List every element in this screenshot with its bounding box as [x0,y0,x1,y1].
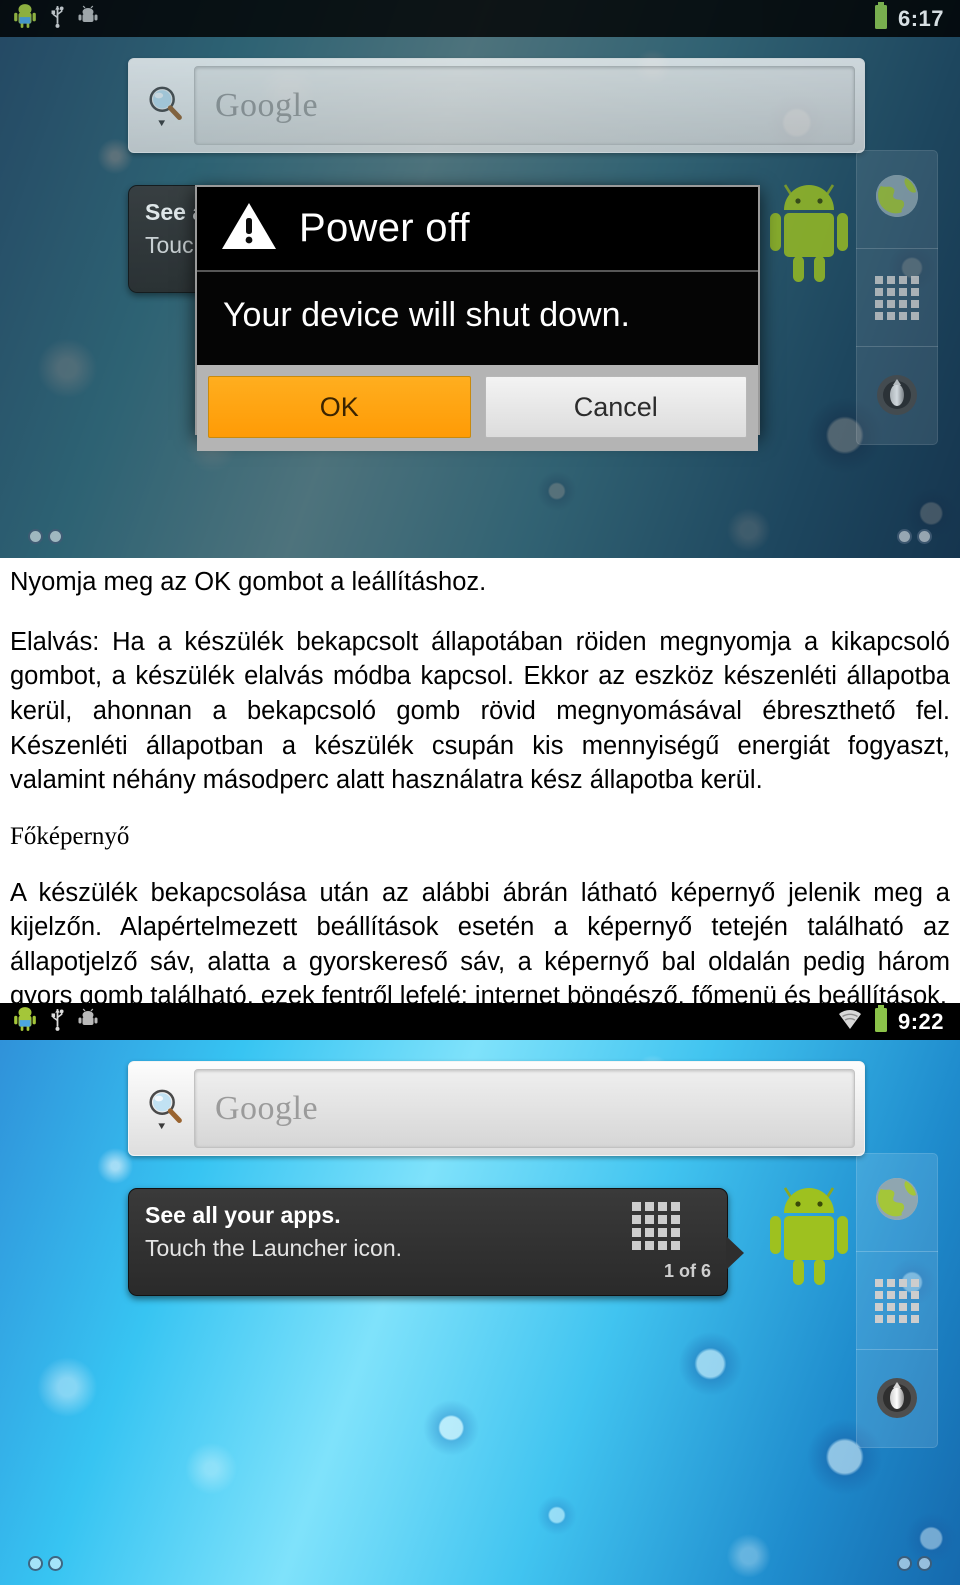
launcher-grid-icon [875,275,919,320]
home-screen-heading: Főképernyő [10,822,130,850]
android-mascot-icon [770,180,848,295]
intro-sentence: Nyomja meg az OK gombot a leállításhoz. [10,568,487,596]
google-search-widget[interactable]: Google [128,1061,865,1156]
screenshot-home-screen: 9:22 Google See all your apps. Touch the… [0,1003,960,1585]
power-off-dialog: Power off Your device will shut down. OK… [195,185,760,451]
launcher-grid-icon [632,1202,680,1250]
dialog-body: Your device will shut down. [197,272,758,365]
launcher-button[interactable] [856,1252,938,1350]
search-icon[interactable] [138,84,194,128]
android-robot-icon [12,3,38,34]
browser-globe-icon [872,171,922,226]
screenshot-power-off: 6:17 Google See all your apps. Touch the… [0,0,960,558]
dialog-message: Your device will shut down. [223,296,630,334]
page-dot [48,529,63,544]
page-indicator-dots-right [897,1556,932,1571]
launcher-tooltip: See all your apps. Touch the Launcher ic… [128,1188,744,1296]
tooltip-subtitle: Touch the Launcher icon. [145,1235,403,1261]
page-dot [897,529,912,544]
android-robot-icon [12,1006,38,1037]
search-placeholder: Google [215,86,319,124]
page-dot [28,1556,43,1571]
battery-icon [873,1005,889,1038]
adb-debug-icon [77,1008,99,1035]
page-dot [28,529,43,544]
tooltip-counter: 1 of 6 [663,1261,711,1281]
page-dot [48,1556,63,1571]
quick-launch-dock [856,150,938,445]
warning-triangle-icon [221,201,277,256]
page-dot [917,1556,932,1571]
page-indicator-dots-right [897,529,932,544]
status-bar-clock: 9:22 [897,1008,944,1034]
launcher-grid-icon [875,1278,919,1323]
browser-button[interactable] [856,1153,938,1251]
page-indicator-dots-left [28,1556,63,1571]
settings-button[interactable] [856,347,938,445]
usb-icon [49,1008,66,1036]
document-text-block: Nyomja meg az OK gombot a leállításhoz. … [0,566,960,1010]
tooltip-title: See all your apps. [145,1202,341,1228]
android-mascot-icon [770,1183,848,1298]
dialog-button-bar: OK Cancel [197,365,758,451]
status-bar: 6:17 [0,0,960,37]
status-bar-clock: 6:17 [897,5,944,31]
browser-globe-icon [872,1174,922,1229]
sleep-paragraph: Elalvás: Ha a készülék bekapcsolt állapo… [10,627,950,795]
cancel-button[interactable]: Cancel [484,376,747,438]
search-placeholder: Google [215,1089,319,1127]
status-bar: 9:22 [0,1003,960,1040]
wifi-icon [836,1007,864,1036]
page-dot [897,1556,912,1571]
battery-icon [873,2,889,35]
search-input[interactable]: Google [194,1069,855,1148]
google-search-widget[interactable]: Google [128,58,865,153]
dialog-title: Power off [299,206,470,250]
page-dot [917,529,932,544]
ok-button[interactable]: OK [208,376,471,438]
usb-icon [49,5,66,33]
adb-debug-icon [77,5,99,32]
launcher-button[interactable] [856,249,938,347]
search-input[interactable]: Google [194,66,855,145]
settings-dial-icon [870,367,924,426]
page-indicator-dots-left [28,529,63,544]
quick-launch-dock [856,1153,938,1448]
settings-button[interactable] [856,1350,938,1448]
search-icon[interactable] [138,1087,194,1131]
browser-button[interactable] [856,150,938,248]
settings-dial-icon [870,1370,924,1429]
dialog-title-row: Power off [197,187,758,270]
home-screen-paragraph: A készülék bekapcsolása után az alábbi á… [10,878,950,1011]
tooltip-arrow-icon [726,1235,744,1270]
